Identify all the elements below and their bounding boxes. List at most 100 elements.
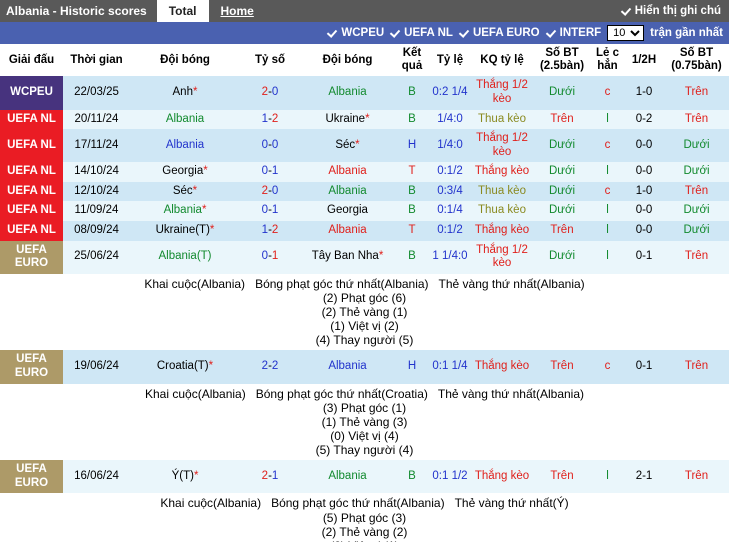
cell-home-team[interactable]: Ukraine(T)* xyxy=(130,220,240,241)
table-row[interactable]: UEFA NL 14/10/24 Georgia* 0-1 Albania T 0:1/2 T… xyxy=(0,162,729,182)
cell-ou-25: Dưới xyxy=(533,240,591,274)
filter-uefa-euro[interactable]: UEFA EURO xyxy=(459,27,540,39)
cell-score[interactable]: 0-1 xyxy=(240,162,300,182)
col-away-team[interactable]: Đội bóng xyxy=(300,44,395,77)
cell-home-team[interactable]: Ý(T)* xyxy=(130,460,240,494)
col-score[interactable]: Tỷ số xyxy=(240,44,300,77)
table-row[interactable]: UEFA NL 08/09/24 Ukraine(T)* 1-2 Albania T 0:1… xyxy=(0,220,729,241)
cell-score[interactable]: 2-1 xyxy=(240,460,300,494)
cell-odds: 0:1/4 xyxy=(429,201,471,221)
cell-league[interactable]: UEFA NL xyxy=(0,220,63,241)
match-notes: Khai cuộc(Albania) Bóng phạt góc thứ nhất… xyxy=(0,383,729,461)
cell-league[interactable]: UEFA NL xyxy=(0,109,63,130)
cell-league[interactable]: WCPEU xyxy=(0,76,63,110)
cell-away-team[interactable]: Albania xyxy=(300,181,395,202)
cell-away-team[interactable]: Albania xyxy=(300,350,395,384)
match-count-select[interactable]: 10203050 xyxy=(607,25,645,41)
filter-uefa-nl[interactable]: UEFA NL xyxy=(390,27,453,39)
col-half-time[interactable]: 1/2H xyxy=(624,44,664,77)
note-header: Khai cuộc(Albania) Bóng phạt góc thứ nhất… xyxy=(1,387,728,401)
cell-score[interactable]: 2-2 xyxy=(240,350,300,384)
cell-result: B xyxy=(395,460,429,494)
table-row[interactable]: UEFA NL 12/10/24 Séc* 2-0 Albania B 0:3/4 Thua … xyxy=(0,181,729,202)
cell-odds-result: Thua kèo xyxy=(471,181,533,202)
cell-home-team[interactable]: Albania(T) xyxy=(130,240,240,274)
cell-league[interactable]: UEFA NL xyxy=(0,201,63,221)
tab-total[interactable]: Total xyxy=(156,0,209,22)
cell-score[interactable]: 0-1 xyxy=(240,240,300,274)
col-home-team[interactable]: Đội bóng xyxy=(130,44,240,77)
table-row[interactable]: UEFA NL 11/09/24 Albania* 0-1 Georgia B 0:1/4 T… xyxy=(0,201,729,221)
cell-away-team[interactable]: Séc* xyxy=(300,129,395,163)
matches-table-body: WCPEU 22/03/25 Anh* 2-0 Albania B 0:2 1/4 Thắng… xyxy=(0,76,729,542)
table-row[interactable]: UEFA EURO 19/06/24 Croatia(T)* 2-2 Albania H 0… xyxy=(0,350,729,384)
col-time[interactable]: Thời gian xyxy=(63,44,130,77)
cell-ou-25: Dưới xyxy=(533,76,591,110)
cell-odds: 1/4:0 xyxy=(429,109,471,130)
filter-interf[interactable]: INTERF xyxy=(546,27,602,39)
note-first-yellow: Thẻ vàng thứ nhất(Albania) xyxy=(437,386,584,401)
table-row[interactable]: UEFA EURO 16/06/24 Ý(T)* 2-1 Albania B 0:1 1/2… xyxy=(0,460,729,494)
filter-wcpeu[interactable]: WCPEU xyxy=(327,27,384,39)
cell-away-team[interactable]: Ukraine* xyxy=(300,109,395,130)
cell-odd-even: c xyxy=(591,350,624,384)
cell-home-team[interactable]: Anh* xyxy=(130,76,240,110)
note-stat-line: (2) Thẻ vàng (2) xyxy=(321,524,408,539)
cell-league[interactable]: UEFA NL xyxy=(0,162,63,182)
cell-score[interactable]: 1-2 xyxy=(240,109,300,130)
cell-score[interactable]: 2-0 xyxy=(240,181,300,202)
cell-away-team[interactable]: Tây Ban Nha* xyxy=(300,240,395,274)
col-ou-25[interactable]: Số BT (2.5bàn) xyxy=(533,44,591,77)
col-odd-even[interactable]: Lẻ c hẳn xyxy=(591,44,624,77)
matches-table-container: Giải đấu Thời gian Đội bóng Tỷ số Đội bó… xyxy=(0,44,729,542)
cell-league[interactable]: UEFA EURO xyxy=(0,240,63,274)
home-away-star: * xyxy=(208,360,214,373)
cell-home-team[interactable]: Albania* xyxy=(130,201,240,221)
score-away: 2 xyxy=(271,223,279,236)
col-ou-075[interactable]: Số BT (0.75bàn) xyxy=(664,44,729,77)
cell-home-team[interactable]: Georgia* xyxy=(130,162,240,182)
cell-home-team[interactable]: Croatia(T)* xyxy=(130,350,240,384)
cell-odds: 1/4:0 xyxy=(429,129,471,163)
cell-time: 20/11/24 xyxy=(63,109,130,130)
cell-league[interactable]: UEFA EURO xyxy=(0,460,63,494)
col-odds[interactable]: Tỷ lệ xyxy=(429,44,471,77)
cell-half-time: 0-0 xyxy=(624,201,664,221)
cell-away-team[interactable]: Albania xyxy=(300,76,395,110)
col-league[interactable]: Giải đấu xyxy=(0,44,63,77)
cell-score[interactable]: 0-0 xyxy=(240,129,300,163)
table-row[interactable]: WCPEU 22/03/25 Anh* 2-0 Albania B 0:2 1/4 Thắng… xyxy=(0,76,729,110)
cell-league[interactable]: UEFA NL xyxy=(0,181,63,202)
home-away-star: * xyxy=(192,86,198,99)
cell-result: T xyxy=(395,220,429,241)
cell-half-time: 0-2 xyxy=(624,109,664,130)
cell-ou-075: Dưới xyxy=(664,162,729,182)
score-away: 1 xyxy=(271,165,279,178)
note-stat-line: (3) Phạt góc (1) xyxy=(322,400,407,415)
score-away: 1 xyxy=(271,204,279,217)
cell-score[interactable]: 0-1 xyxy=(240,201,300,221)
col-odds-result[interactable]: KQ tỷ lệ xyxy=(471,44,533,77)
cell-away-team[interactable]: Georgia xyxy=(300,201,395,221)
cell-ou-075: Trên xyxy=(664,76,729,110)
cell-score[interactable]: 2-0 xyxy=(240,76,300,110)
cell-away-team[interactable]: Albania xyxy=(300,460,395,494)
cell-home-team[interactable]: Albania xyxy=(130,109,240,130)
col-result[interactable]: Kết quả xyxy=(395,44,429,77)
cell-league[interactable]: UEFA NL xyxy=(0,129,63,163)
table-row[interactable]: UEFA EURO 25/06/24 Albania(T) 0-1 Tây Ban Nh… xyxy=(0,240,729,274)
cell-odds: 1 1/4:0 xyxy=(429,240,471,274)
table-row[interactable]: UEFA NL 20/11/24 Albania 1-2 Ukraine* B 1/4:0 T… xyxy=(0,109,729,130)
cell-home-team[interactable]: Albania xyxy=(130,129,240,163)
cell-league[interactable]: UEFA EURO xyxy=(0,350,63,384)
cell-score[interactable]: 1-2 xyxy=(240,220,300,241)
cell-away-team[interactable]: Albania xyxy=(300,220,395,241)
table-row[interactable]: UEFA NL 17/11/24 Albania 0-0 Séc* H 1/4:0 Thắng… xyxy=(0,129,729,163)
match-count-suffix: trận gần nhất xyxy=(650,27,723,39)
cell-home-team[interactable]: Séc* xyxy=(130,181,240,202)
tab-home[interactable]: Home xyxy=(209,0,266,22)
cell-half-time: 1-0 xyxy=(624,76,664,110)
show-notes-toggle[interactable]: Hiển thị ghi chú xyxy=(621,0,729,22)
note-stat-line: (1) Thẻ vàng (3) xyxy=(321,414,408,429)
cell-away-team[interactable]: Albania xyxy=(300,162,395,182)
